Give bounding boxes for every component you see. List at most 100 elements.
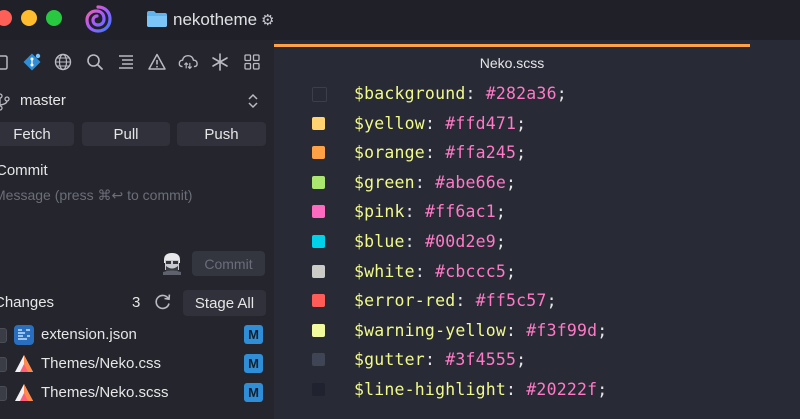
- color-swatch: [312, 116, 325, 130]
- sidebar-toolbar: [0, 52, 274, 76]
- warning-icon[interactable]: [147, 52, 167, 72]
- file-name: Themes/Neko.scss: [41, 384, 169, 401]
- branch-name: master: [20, 92, 66, 109]
- code-line[interactable]: $green: #abe66e;: [274, 173, 800, 203]
- code-line[interactable]: $white: #cbccc5;: [274, 262, 800, 292]
- stage-all-button[interactable]: Stage All: [183, 290, 266, 316]
- variable-name: $green: [354, 172, 415, 192]
- code-line[interactable]: $blue: #00d2e9;: [274, 232, 800, 262]
- color-swatch: [312, 205, 325, 219]
- code-text: $blue: #00d2e9;: [354, 232, 507, 251]
- color-swatch: [312, 175, 325, 189]
- cloud-sync-icon[interactable]: [178, 52, 198, 72]
- code-line[interactable]: $yellow: #ffd471;: [274, 114, 800, 144]
- commit-button[interactable]: Commit: [192, 251, 265, 276]
- search-icon[interactable]: [85, 52, 105, 72]
- color-value: #f3f99d: [526, 320, 598, 340]
- color-swatch: [312, 323, 325, 337]
- push-button[interactable]: Push: [177, 122, 266, 146]
- chevron-up-down-icon: [248, 93, 258, 109]
- outline-icon[interactable]: [116, 52, 136, 72]
- color-swatch: [312, 383, 325, 396]
- variable-name: $yellow: [354, 113, 425, 133]
- color-value: #282a36: [485, 84, 557, 103]
- changed-file-row[interactable]: Themes/Neko.scss M: [0, 381, 274, 405]
- stage-checkbox[interactable]: [0, 328, 7, 343]
- file-name: Themes/Neko.css: [41, 355, 162, 372]
- folder-icon: [147, 11, 167, 27]
- project-name[interactable]: nekotheme: [173, 10, 257, 30]
- code-text: $pink: #ff6ac1;: [354, 202, 507, 222]
- color-value: #20222f: [526, 380, 598, 399]
- code-line[interactable]: $error-red: #ff5c57;: [274, 291, 800, 321]
- color-value: #abe66e: [435, 172, 507, 192]
- commit-message-input[interactable]: [0, 187, 264, 257]
- modified-badge: M: [244, 383, 263, 402]
- close-window-button[interactable]: [0, 10, 12, 26]
- pull-button[interactable]: Pull: [82, 122, 170, 146]
- asterisk-icon[interactable]: [210, 52, 230, 72]
- code-text: $orange: #ffa245;: [354, 143, 527, 163]
- variable-name: $line-highlight: [354, 380, 507, 399]
- code-text: $line-highlight: #20222f;: [354, 380, 608, 399]
- code-line[interactable]: $gutter: #3f4555;: [274, 350, 800, 380]
- branch-icon: [0, 93, 10, 111]
- stage-checkbox[interactable]: [0, 357, 7, 372]
- variable-name: $error-red: [354, 291, 456, 311]
- modified-badge: M: [244, 354, 263, 373]
- code-line[interactable]: $orange: #ffa245;: [274, 143, 800, 173]
- stage-checkbox[interactable]: [0, 386, 7, 401]
- tab-neko-scss[interactable]: Neko.scss: [274, 55, 750, 71]
- variable-name: $warning-yellow: [354, 320, 507, 340]
- color-swatch: [312, 294, 325, 308]
- variable-name: $white: [354, 261, 415, 281]
- active-tab-indicator: [274, 44, 750, 47]
- variable-name: $orange: [354, 143, 425, 163]
- variable-name: $gutter: [354, 350, 425, 370]
- refresh-icon[interactable]: [153, 292, 173, 312]
- zoom-window-button[interactable]: [46, 10, 62, 26]
- sidebar: master Fetch Pull Push Commit Commit Cha…: [0, 40, 274, 419]
- code-line[interactable]: $line-highlight: #20222f;: [274, 380, 800, 410]
- title-bar: nekotheme ⚙: [0, 0, 800, 40]
- color-swatch: [312, 353, 325, 367]
- color-swatch: [312, 264, 325, 278]
- minimize-window-button[interactable]: [21, 10, 37, 26]
- changes-heading: Changes: [0, 294, 55, 311]
- code-text: $yellow: #ffd471;: [354, 113, 527, 133]
- branch-selector[interactable]: master: [0, 90, 274, 114]
- variable-name: $blue: [354, 232, 405, 251]
- code-line[interactable]: $background: #282a36;: [274, 84, 800, 114]
- color-value: #00d2e9: [424, 232, 496, 251]
- color-value: #ff6ac1: [424, 202, 496, 222]
- variable-name: $pink: [354, 202, 405, 222]
- css-file-icon: [15, 355, 33, 372]
- file-name: extension.json: [41, 326, 137, 343]
- fetch-button[interactable]: Fetch: [0, 122, 74, 146]
- editor: Neko.scss $background: #282a36; $yellow: …: [274, 40, 800, 419]
- scss-file-icon: [15, 384, 33, 401]
- color-value: #cbccc5: [435, 261, 507, 281]
- color-value: #ffa245: [445, 143, 517, 163]
- modified-badge: M: [244, 325, 263, 344]
- code-text: $white: #cbccc5;: [354, 261, 517, 281]
- color-swatch: [312, 87, 327, 102]
- variable-name: $background: [354, 84, 466, 103]
- color-value: #3f4555: [445, 350, 517, 370]
- app-logo-icon: [85, 5, 112, 33]
- color-value: #ff5c57: [475, 291, 547, 311]
- globe-icon[interactable]: [53, 52, 73, 72]
- project-settings-icon[interactable]: ⚙: [261, 11, 274, 29]
- json-file-icon: [14, 325, 34, 345]
- changed-file-row[interactable]: extension.json M: [0, 323, 274, 347]
- commit-heading: Commit: [0, 162, 48, 179]
- files-icon[interactable]: [0, 52, 12, 72]
- color-swatch: [312, 146, 325, 160]
- code-text: $background: #282a36;: [354, 84, 567, 103]
- code-line[interactable]: $warning-yellow: #f3f99d;: [274, 321, 800, 351]
- code-line[interactable]: $pink: #ff6ac1;: [274, 202, 800, 232]
- grid-icon[interactable]: [242, 52, 262, 72]
- avatar: [160, 251, 184, 275]
- git-icon[interactable]: [22, 52, 42, 72]
- changed-file-row[interactable]: Themes/Neko.css M: [0, 352, 274, 376]
